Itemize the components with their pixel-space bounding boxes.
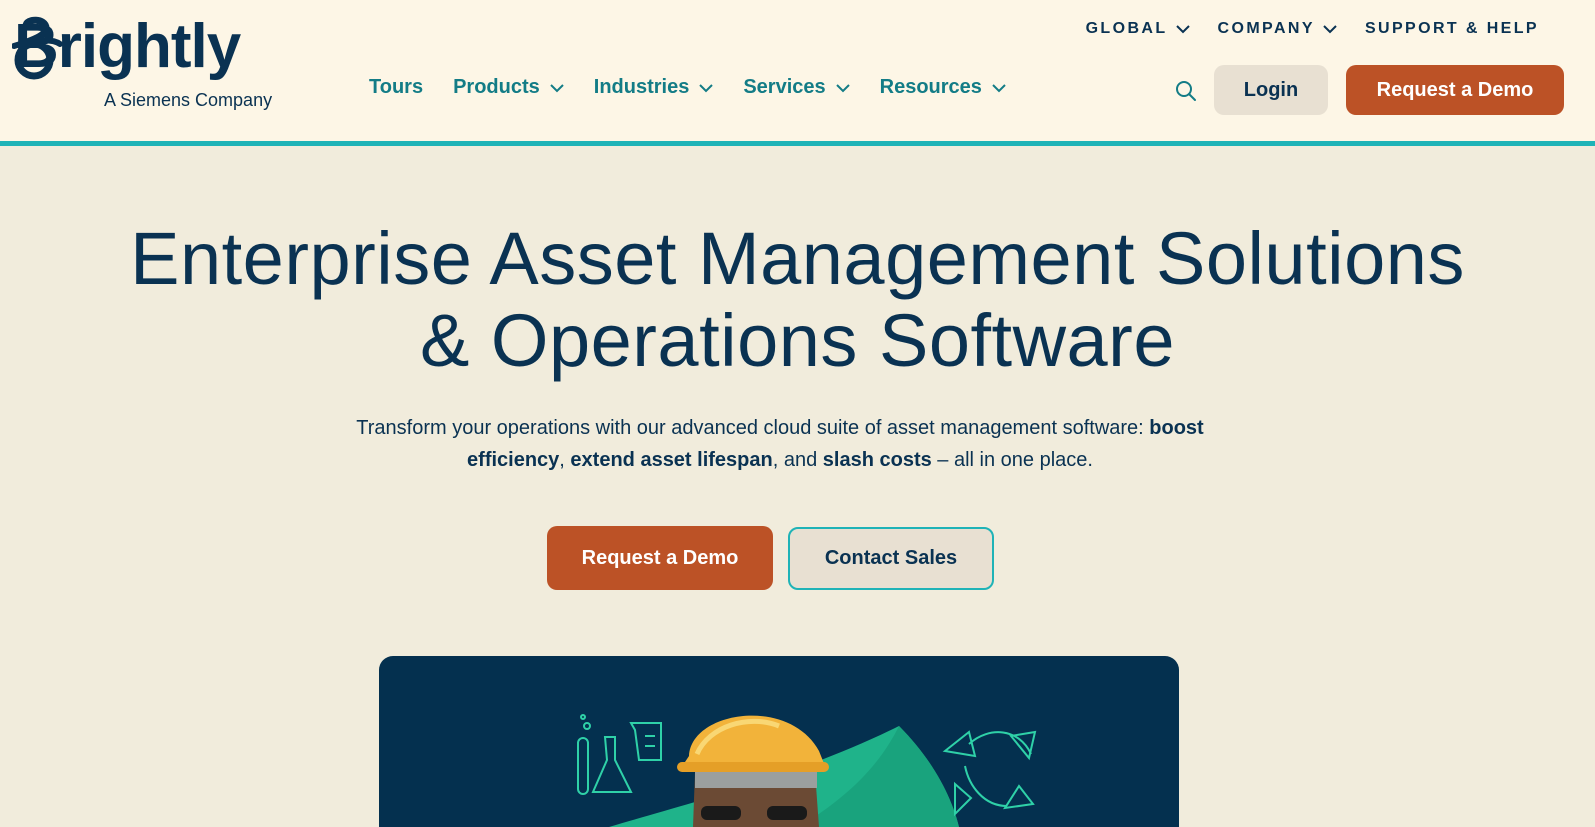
nav-resources-label: Resources	[879, 76, 982, 98]
worker-hard-hat-image	[677, 715, 829, 827]
search-icon[interactable]	[1175, 80, 1197, 102]
hero-desc-text-end: – all in one place.	[931, 449, 1093, 471]
hero-illustration	[577, 714, 1037, 827]
site-header: Brightly A Siemens Company GLOBAL COMPAN…	[0, 0, 1595, 146]
top-nav-company-label: COMPANY	[1217, 20, 1315, 37]
hero-title-line1: Enterprise Asset Management Solutions	[130, 217, 1465, 300]
nav-services-label: Services	[743, 76, 826, 98]
hero-media-card	[379, 656, 1179, 827]
nav-products[interactable]: Products	[453, 76, 564, 99]
top-nav-support[interactable]: SUPPORT & HELP	[1365, 20, 1539, 38]
hero-desc-bold-lifespan: extend asset lifespan	[570, 449, 773, 471]
hero-title-line2: & Operations Software	[420, 299, 1175, 382]
chevron-down-icon	[992, 83, 1006, 92]
nav-tours-label: Tours	[369, 76, 424, 98]
contact-sales-button[interactable]: Contact Sales	[788, 527, 994, 590]
nav-tours[interactable]: Tours	[369, 76, 423, 99]
hero-desc-sep: ,	[559, 449, 571, 471]
main-nav: Tours Products Industries Services Resou…	[369, 76, 1006, 99]
request-demo-button[interactable]: Request a Demo	[547, 526, 773, 590]
chevron-down-icon	[550, 83, 564, 92]
recycle-icon	[942, 730, 1037, 817]
brand-logo[interactable]: Brightly A Siemens Company	[12, 14, 282, 114]
nav-resources[interactable]: Resources	[880, 76, 1006, 99]
request-demo-header-button[interactable]: Request a Demo	[1346, 65, 1564, 115]
lab-flask-icon	[577, 714, 662, 795]
hero-desc-text: Transform your operations with our advan…	[356, 417, 1150, 439]
chevron-down-icon	[1323, 25, 1337, 34]
top-nav-support-label: SUPPORT & HELP	[1364, 20, 1539, 37]
chevron-down-icon	[1175, 25, 1190, 34]
top-nav-global[interactable]: GLOBAL	[1086, 20, 1190, 38]
hero-desc-bold-costs: slash costs	[822, 449, 932, 471]
top-nav-global-label: GLOBAL	[1085, 20, 1168, 37]
hero-desc-sep: , and	[772, 449, 823, 471]
brand-name: Brightly	[14, 12, 241, 81]
nav-industries-label: Industries	[593, 76, 690, 98]
nav-industries[interactable]: Industries	[594, 76, 714, 99]
hero-title: Enterprise Asset Management Solutions & …	[0, 218, 1595, 382]
utility-nav: GLOBAL COMPANY SUPPORT & HELP	[1086, 20, 1539, 38]
chevron-down-icon	[699, 83, 714, 92]
brand-tagline: A Siemens Company	[104, 90, 273, 110]
chevron-down-icon	[835, 83, 850, 92]
nav-services[interactable]: Services	[743, 76, 850, 99]
top-nav-company[interactable]: COMPANY	[1218, 20, 1337, 38]
nav-products-label: Products	[453, 76, 540, 98]
hero-description: Transform your operations with our advan…	[320, 412, 1240, 476]
login-button[interactable]: Login	[1214, 65, 1328, 115]
